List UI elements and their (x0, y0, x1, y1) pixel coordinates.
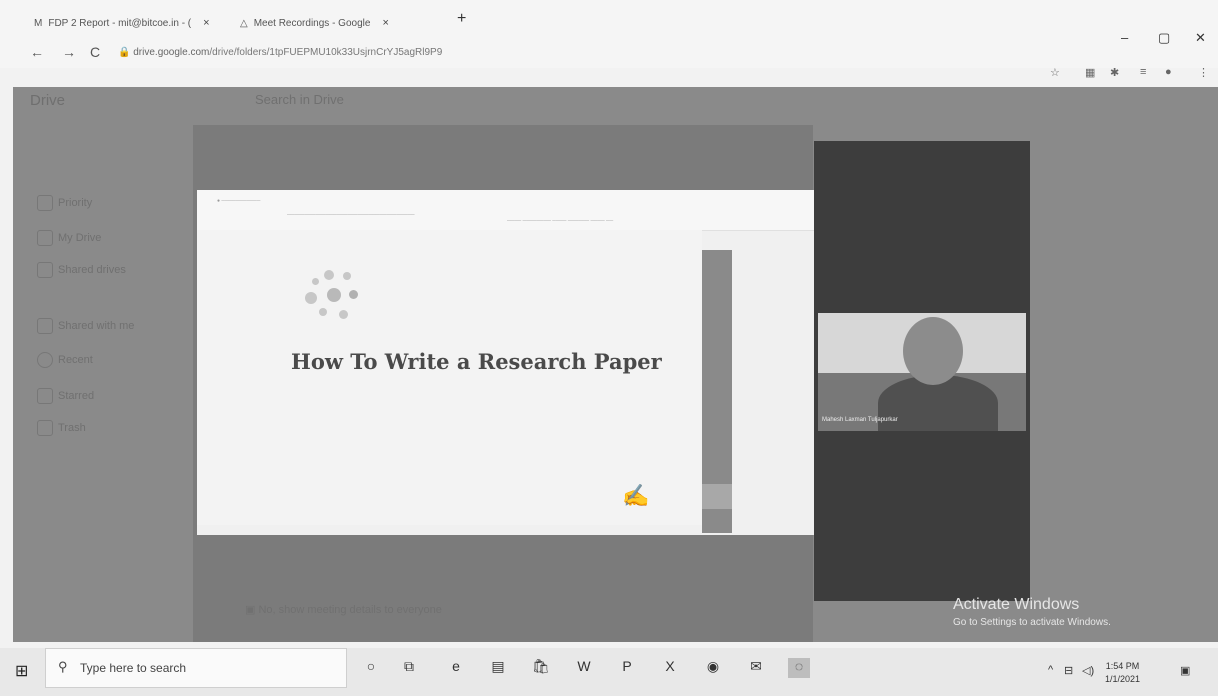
extension-icon[interactable]: ▦ (1085, 66, 1095, 79)
priority-icon (37, 195, 53, 211)
taskbar-search-text: Type here to search (80, 661, 187, 675)
mail-icon[interactable]: ✉ (745, 658, 767, 678)
task-view-icon[interactable]: ⧉ (398, 658, 420, 678)
chrome-icon[interactable]: ◉ (702, 658, 724, 678)
clock-time: 1:54 PM (1105, 661, 1140, 671)
tab-title: FDP 2 Report - mit@bitcoe.in - ( (48, 17, 192, 29)
close-tab-icon[interactable]: × (203, 17, 209, 29)
reload-button[interactable]: C (90, 44, 100, 60)
url-path: /drive/folders/1tpFUEPMU10k33UsjrnCrYJ5a… (209, 47, 443, 58)
decorative-dot (305, 292, 317, 304)
drive-logo: Drive (30, 92, 66, 109)
excel-icon[interactable]: X (659, 658, 681, 678)
sidebar-item-recent[interactable]: Recent (58, 354, 93, 366)
star-icon[interactable]: ☆ (1050, 66, 1060, 79)
minimize-button[interactable]: – (1121, 30, 1128, 45)
sidebar-item-trash[interactable]: Trash (58, 422, 86, 434)
close-window-button[interactable]: ✕ (1195, 30, 1206, 46)
maximize-button[interactable]: ▢ (1158, 30, 1170, 46)
participant-video[interactable]: Mahesh Laxman Tuljapurkar (818, 313, 1026, 431)
scrollbar[interactable] (702, 250, 732, 533)
pen-hand-icon: ✍ (622, 483, 650, 508)
activate-title: Activate Windows (953, 596, 1080, 613)
taskbar-search[interactable]: ⚲ Type here to search (45, 648, 347, 688)
volume-icon[interactable]: ◁) (1082, 664, 1094, 677)
tray-chevron-icon[interactable]: ^ (1048, 664, 1053, 676)
recent-icon (37, 352, 53, 368)
puzzle-icon[interactable]: ✱ (1110, 66, 1119, 79)
cortana-icon[interactable]: ○ (360, 658, 382, 678)
shared-browser-toolbar: ● ─────────── ──────────────────────────… (197, 190, 820, 231)
active-app-icon[interactable]: ◌ (788, 658, 810, 678)
reading-list-icon[interactable]: ≡ (1140, 66, 1146, 78)
sidebar-item-priority[interactable]: Priority (58, 197, 92, 209)
file-explorer-icon[interactable]: ▤ (487, 658, 509, 678)
my-drive-icon (37, 230, 53, 246)
clock-date: 1/1/2021 (1105, 674, 1141, 684)
decorative-dot (324, 270, 334, 280)
tab-fdp-report[interactable]: M FDP 2 Report - mit@bitcoe.in - ( × (34, 12, 230, 34)
decorative-dot (312, 278, 319, 285)
network-icon[interactable]: ⊟ (1064, 664, 1073, 677)
meet-info-text: ▣ No, show meeting details to everyone (245, 603, 442, 616)
shared-with-me-icon (37, 318, 53, 334)
url-domain: drive.google.com (133, 47, 210, 58)
address-bar[interactable]: 🔒 drive.google.com/drive/folders/1tpFUEP… (118, 47, 442, 58)
decorative-dot (327, 288, 341, 302)
activate-subtitle: Go to Settings to activate Windows. (953, 617, 1111, 628)
sidebar-item-shared-with-me[interactable]: Shared with me (58, 320, 134, 332)
forward-button[interactable]: → (62, 44, 76, 60)
windows-start-icon[interactable]: ⊞ (15, 661, 28, 681)
edge-icon[interactable]: e (445, 658, 467, 678)
trash-icon (37, 420, 53, 436)
participant-face (903, 317, 963, 385)
slide-title: How To Write a Research Paper (291, 349, 662, 374)
back-button[interactable]: ← (30, 44, 44, 60)
search-icon: ⚲ (58, 659, 68, 674)
new-tab-button[interactable]: + (457, 10, 466, 28)
tab-meet-recordings[interactable]: △ Meet Recordings - Google × (240, 12, 440, 34)
starred-icon (37, 388, 53, 404)
decorative-dot (349, 290, 358, 299)
participant-name: Mahesh Laxman Tuljapurkar (822, 417, 898, 423)
sidebar-item-starred[interactable]: Starred (58, 390, 94, 402)
slide (197, 230, 702, 525)
notification-icon[interactable]: ▣ (1180, 664, 1190, 677)
decorative-dot (343, 272, 351, 280)
system-clock[interactable]: 1:54 PM 1/1/2021 (1105, 660, 1140, 686)
gmail-icon: M (34, 17, 43, 29)
word-icon[interactable]: W (573, 658, 595, 678)
shared-drives-icon (37, 262, 53, 278)
powerpoint-icon[interactable]: P (616, 658, 638, 678)
drive-search[interactable]: Search in Drive (255, 92, 344, 107)
lock-icon: 🔒 (118, 47, 134, 58)
scrollbar-thumb[interactable] (702, 484, 732, 509)
sidebar-item-shared-drives[interactable]: Shared drives (58, 264, 126, 276)
decorative-dot (319, 308, 327, 316)
profile-icon[interactable]: ● (1165, 66, 1172, 78)
store-icon[interactable]: 🛍 (530, 658, 552, 678)
decorative-dot (339, 310, 348, 319)
sidebar-item-my-drive[interactable]: My Drive (58, 232, 101, 244)
tab-title: Meet Recordings - Google (253, 17, 371, 29)
close-tab-icon[interactable]: × (382, 17, 388, 29)
menu-icon[interactable]: ⋮ (1198, 66, 1209, 79)
activate-windows-watermark: Activate Windows Go to Settings to activ… (953, 596, 1111, 628)
drive-icon: △ (240, 17, 248, 29)
meet-info-label: No, show meeting details to everyone (258, 604, 442, 616)
info-icon: ▣ (245, 604, 259, 616)
